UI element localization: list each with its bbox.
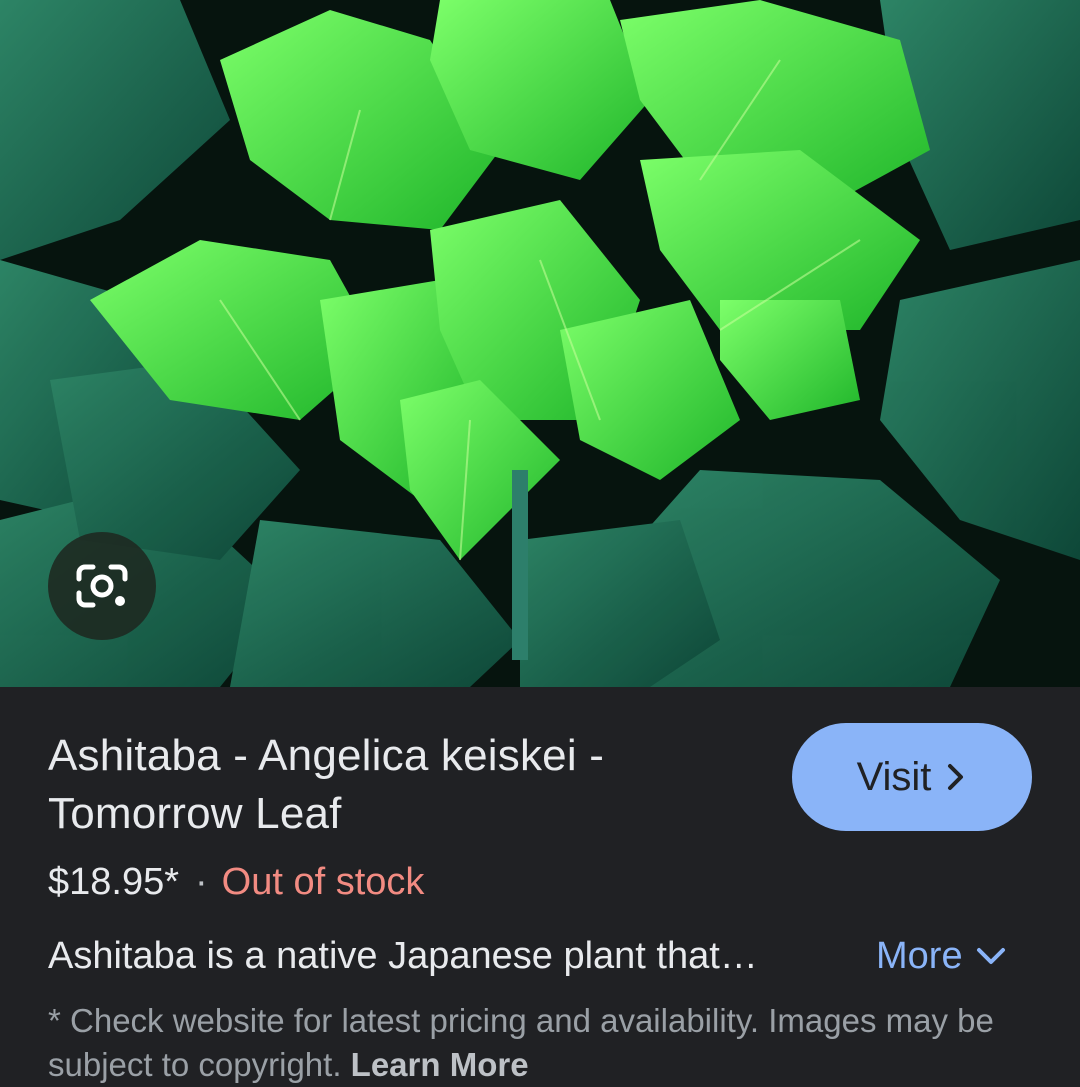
more-button[interactable]: More <box>876 931 1007 981</box>
price: $18.95* <box>48 861 180 903</box>
price-row: $18.95* · Out of stock <box>48 857 424 907</box>
result-details-panel: Ashitaba - Angelica keiskei - Tomorrow L… <box>0 687 1080 1083</box>
chevron-down-icon <box>976 948 1005 964</box>
disclaimer: * Check website for latest pricing and a… <box>48 999 1038 1087</box>
stock-status: Out of stock <box>221 861 425 903</box>
chevron-right-icon <box>948 764 964 790</box>
visit-label: Visit <box>856 754 932 799</box>
learn-more-link[interactable]: Learn More <box>351 1046 529 1083</box>
google-lens-icon <box>76 564 128 608</box>
visit-button[interactable]: Visit <box>792 723 1032 831</box>
leaf-photo <box>0 0 1080 687</box>
lens-search-button[interactable] <box>48 532 156 640</box>
product-image[interactable] <box>0 0 1080 687</box>
more-label: More <box>876 935 963 977</box>
result-title[interactable]: Ashitaba - Angelica keiskei - Tomorrow L… <box>48 727 748 843</box>
description-snippet: Ashitaba is a native Japanese plant that… <box>48 935 758 977</box>
separator-dot: · <box>195 861 208 903</box>
